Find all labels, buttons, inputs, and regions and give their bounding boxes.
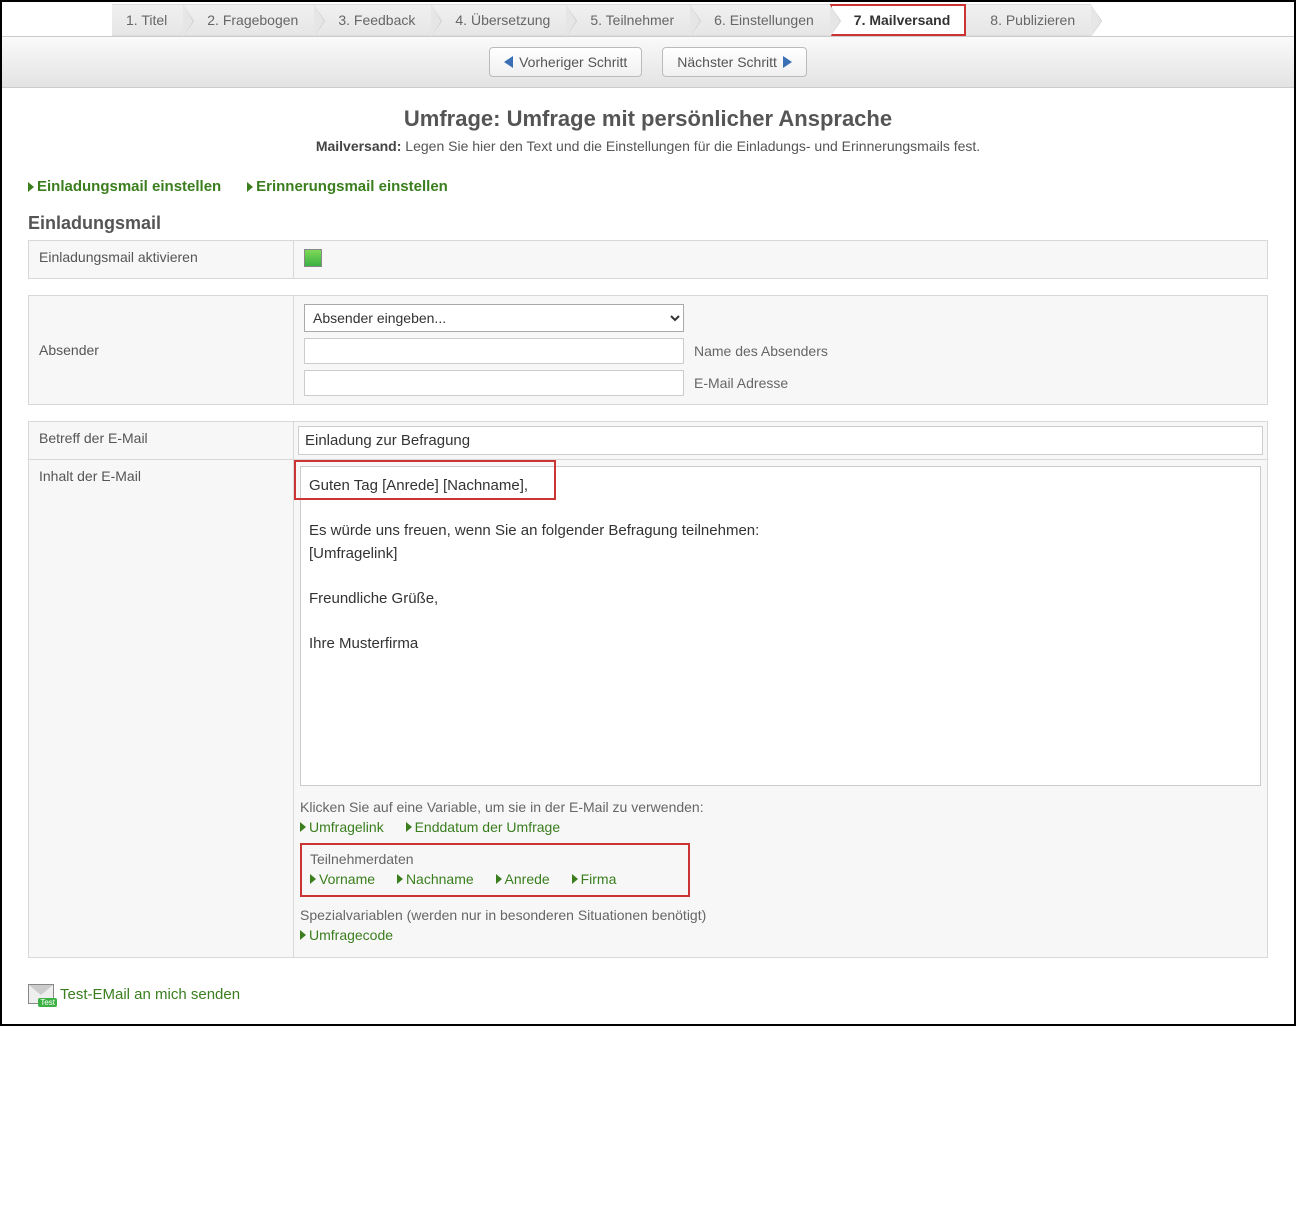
page-subtitle: Mailversand: Legen Sie hier den Text und… xyxy=(28,138,1268,154)
participant-data-box: Teilnehmerdaten Vorname Nachname Anrede … xyxy=(300,843,690,897)
participant-label: Teilnehmerdaten xyxy=(310,851,680,867)
var-link-nachname[interactable]: Nachname xyxy=(397,871,474,887)
next-step-label: Nächster Schritt xyxy=(677,54,777,70)
var-link-umfragelink[interactable]: Umfragelink xyxy=(300,819,384,835)
arrow-left-icon xyxy=(504,56,513,68)
tab-label: Einladungsmail einstellen xyxy=(37,178,221,195)
section-heading: Einladungsmail xyxy=(28,213,1268,234)
var-link-enddatum[interactable]: Enddatum der Umfrage xyxy=(406,819,561,835)
page-title: Umfrage: Umfrage mit persönlicher Anspra… xyxy=(28,106,1268,132)
caret-right-icon xyxy=(300,930,306,940)
var-link-anrede[interactable]: Anrede xyxy=(496,871,550,887)
step-3-feedback[interactable]: 3. Feedback xyxy=(314,4,431,36)
tab-reminder-mail[interactable]: Erinnerungsmail einstellen xyxy=(247,178,448,195)
tab-invitation-mail[interactable]: Einladungsmail einstellen xyxy=(28,178,221,195)
step-label: 7. Mailversand xyxy=(854,12,951,28)
step-7-mailversand[interactable]: 7. Mailversand xyxy=(830,4,967,36)
sender-name-input[interactable] xyxy=(304,338,684,364)
variable-hint: Klicken Sie auf eine Variable, um sie in… xyxy=(300,799,1261,815)
step-label: 5. Teilnehmer xyxy=(590,12,674,28)
tab-label: Erinnerungsmail einstellen xyxy=(256,178,448,195)
caret-right-icon xyxy=(247,182,253,192)
caret-right-icon xyxy=(300,822,306,832)
email-body-textarea[interactable] xyxy=(300,466,1261,786)
step-label: 4. Übersetzung xyxy=(455,12,550,28)
step-5-teilnehmer[interactable]: 5. Teilnehmer xyxy=(566,4,690,36)
next-step-button[interactable]: Nächster Schritt xyxy=(662,47,807,77)
sender-select[interactable]: Absender eingeben... xyxy=(304,304,684,332)
subtitle-strong: Mailversand: xyxy=(316,138,402,154)
content-label: Inhalt der E-Mail xyxy=(29,460,294,958)
step-label: 6. Einstellungen xyxy=(714,12,814,28)
sender-email-label: E-Mail Adresse xyxy=(694,375,788,391)
sender-label: Absender xyxy=(29,296,294,405)
sender-name-label: Name des Absenders xyxy=(694,343,828,359)
var-link-firma[interactable]: Firma xyxy=(572,871,617,887)
step-2-fragebogen[interactable]: 2. Fragebogen xyxy=(183,4,314,36)
subtitle-text: Legen Sie hier den Text und die Einstell… xyxy=(405,138,980,154)
step-nav-strip: Vorheriger Schritt Nächster Schritt xyxy=(2,36,1294,88)
sender-email-input[interactable] xyxy=(304,370,684,396)
var-link-umfragecode[interactable]: Umfragecode xyxy=(300,927,393,943)
step-label: 3. Feedback xyxy=(338,12,415,28)
activate-checkbox[interactable] xyxy=(304,249,322,267)
prev-step-label: Vorheriger Schritt xyxy=(519,54,627,70)
arrow-right-icon xyxy=(783,56,792,68)
step-label: 8. Publizieren xyxy=(990,12,1075,28)
wizard-steps: 1. Titel 2. Fragebogen 3. Feedback 4. Üb… xyxy=(112,2,1294,36)
step-8-publizieren[interactable]: 8. Publizieren xyxy=(966,4,1091,36)
caret-right-icon xyxy=(406,822,412,832)
caret-right-icon xyxy=(496,874,502,884)
mail-tabs: Einladungsmail einstellen Erinnerungsmai… xyxy=(28,178,1268,195)
send-test-mail-label: Test-EMail an mich senden xyxy=(60,986,240,1003)
activate-label: Einladungsmail aktivieren xyxy=(29,241,294,279)
mail-form-table: Einladungsmail aktivieren Absender Absen… xyxy=(28,240,1268,958)
subject-input[interactable] xyxy=(298,426,1263,455)
caret-right-icon xyxy=(397,874,403,884)
send-test-mail[interactable]: Test Test-EMail an mich senden xyxy=(28,984,1268,1004)
prev-step-button[interactable]: Vorheriger Schritt xyxy=(489,47,642,77)
caret-right-icon xyxy=(310,874,316,884)
special-vars-label: Spezialvariablen (werden nur in besonder… xyxy=(300,907,1261,923)
step-6-einstellungen[interactable]: 6. Einstellungen xyxy=(690,4,830,36)
caret-right-icon xyxy=(28,182,34,192)
test-mail-icon: Test xyxy=(28,984,54,1004)
caret-right-icon xyxy=(572,874,578,884)
step-1-titel[interactable]: 1. Titel xyxy=(112,4,183,36)
var-link-vorname[interactable]: Vorname xyxy=(310,871,375,887)
subject-label: Betreff der E-Mail xyxy=(29,422,294,460)
step-4-uebersetzung[interactable]: 4. Übersetzung xyxy=(431,4,566,36)
step-label: 2. Fragebogen xyxy=(207,12,298,28)
step-label: 1. Titel xyxy=(126,12,167,28)
